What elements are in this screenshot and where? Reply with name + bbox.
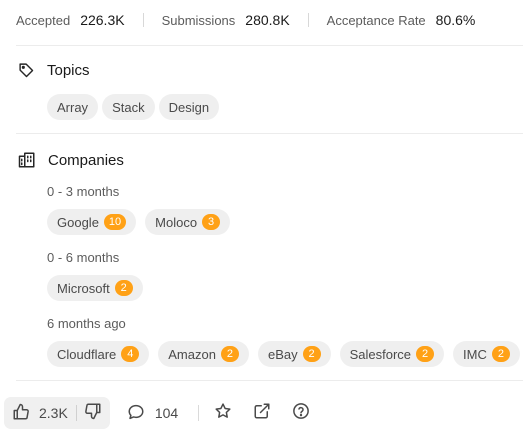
- company-chip[interactable]: Amazon 2: [158, 341, 249, 367]
- company-name: Google: [57, 214, 99, 230]
- company-chip[interactable]: Cloudflare 4: [47, 341, 150, 367]
- stat-accepted: Accepted 226.3K: [16, 12, 125, 28]
- count-badge: 2: [220, 346, 239, 362]
- company-list: Microsoft 2: [47, 275, 152, 301]
- divider: [16, 45, 523, 46]
- stat-submissions: Submissions 280.8K: [162, 12, 290, 28]
- company-list: Google 10 Moloco 3: [47, 209, 239, 235]
- topic-tag[interactable]: Stack: [102, 94, 155, 120]
- favorite-button[interactable]: [213, 402, 233, 425]
- like-button[interactable]: 2.3K: [4, 403, 76, 424]
- stat-label: Accepted: [16, 12, 71, 28]
- count-badge: 2: [416, 346, 435, 362]
- stat-label: Acceptance Rate: [326, 12, 426, 28]
- company-chip[interactable]: IMC 2: [453, 341, 520, 367]
- topics-header[interactable]: Topics: [18, 62, 90, 79]
- period-label: 6 months ago: [47, 316, 126, 331]
- topic-tag[interactable]: Design: [158, 94, 220, 120]
- company-list: Cloudflare 4 Amazon 2 eBay 2 Salesforce 2 IM…: [47, 341, 523, 367]
- count-badge: 2: [302, 346, 321, 362]
- thumbs-up-icon: [12, 403, 30, 424]
- company-chip[interactable]: Google 10: [47, 209, 137, 235]
- like-count: 2.3K: [39, 405, 68, 421]
- count-badge: 4: [121, 346, 140, 362]
- period-label: 0 - 3 months: [47, 184, 120, 199]
- comments-button[interactable]: 104: [127, 403, 178, 424]
- share-icon: [253, 402, 271, 425]
- help-icon: [292, 402, 310, 425]
- share-button[interactable]: [252, 403, 272, 423]
- comment-count: 104: [154, 405, 179, 421]
- vote-group: 2.3K: [4, 397, 110, 429]
- stat-divider: [307, 13, 309, 27]
- footer-divider: [198, 405, 200, 421]
- building-icon: [18, 151, 36, 169]
- count-badge: 2: [114, 280, 133, 296]
- company-name: Amazon: [168, 346, 216, 362]
- company-chip[interactable]: Salesforce 2: [339, 341, 445, 367]
- star-icon: [214, 402, 232, 425]
- company-name: eBay: [267, 346, 298, 362]
- help-button[interactable]: [291, 402, 311, 425]
- company-chip[interactable]: eBay 2: [257, 341, 331, 367]
- company-name: Moloco: [155, 214, 198, 230]
- stats-bar: Accepted 226.3K Submissions 280.8K Accep…: [16, 0, 475, 40]
- stat-value: 226.3K: [80, 12, 125, 28]
- stat-acceptance-rate: Acceptance Rate 80.6%: [327, 12, 476, 28]
- company-name: Salesforce: [349, 346, 412, 362]
- stat-divider: [142, 13, 144, 27]
- dislike-button[interactable]: [77, 402, 110, 425]
- topic-tags: Array Stack Design: [47, 94, 223, 120]
- comment-icon: [127, 403, 145, 424]
- company-chip[interactable]: Moloco 3: [145, 209, 231, 235]
- company-name: IMC: [463, 346, 487, 362]
- divider: [16, 380, 523, 381]
- section-title: Companies: [48, 151, 124, 169]
- tag-icon: [18, 62, 35, 79]
- action-bar: 2.3K 104: [0, 396, 523, 430]
- companies-header[interactable]: Companies: [18, 151, 124, 169]
- count-badge: 2: [491, 346, 510, 362]
- count-badge: 10: [103, 214, 127, 230]
- section-title: Topics: [47, 62, 90, 79]
- stat-value: 280.8K: [245, 12, 290, 28]
- divider: [16, 133, 523, 134]
- company-name: Cloudflare: [57, 346, 117, 362]
- thumbs-down-icon: [84, 402, 102, 425]
- company-chip[interactable]: Microsoft 2: [47, 275, 143, 301]
- company-name: Microsoft: [57, 280, 110, 296]
- stat-value: 80.6%: [435, 12, 476, 28]
- count-badge: 3: [202, 214, 221, 230]
- period-label: 0 - 6 months: [47, 250, 120, 265]
- topic-tag[interactable]: Array: [47, 94, 99, 120]
- stat-label: Submissions: [161, 12, 236, 28]
